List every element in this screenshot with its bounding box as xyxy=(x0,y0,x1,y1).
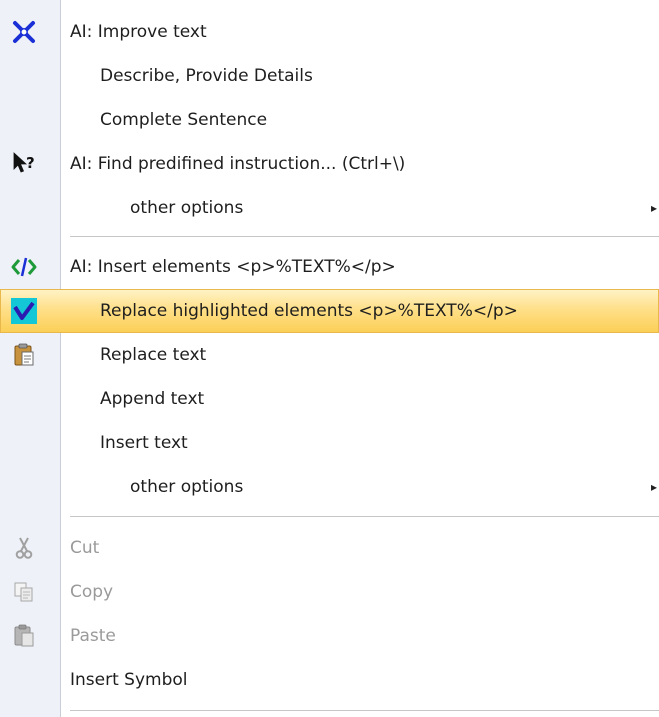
copy-icon xyxy=(11,579,37,605)
menu-item-copy[interactable]: Copy xyxy=(0,570,659,614)
menu-item-append-text[interactable]: Append text xyxy=(0,377,659,421)
menu-item-paste[interactable]: Paste xyxy=(0,614,659,658)
menu-item-ai-insert-elements[interactable]: AI: Insert elements <p>%TEXT%</p> xyxy=(0,245,659,289)
menu-item-label: Copy xyxy=(70,582,114,602)
scissors-icon xyxy=(11,535,37,561)
menu-item-complete-sentence[interactable]: Complete Sentence xyxy=(0,98,659,142)
checkmark-icon xyxy=(11,298,37,324)
menu-separator xyxy=(70,236,659,238)
menu-item-label: Cut xyxy=(70,538,100,558)
menu-item-label: Insert Symbol xyxy=(70,670,188,690)
svg-text:?: ? xyxy=(26,154,35,172)
menu-separator xyxy=(70,516,659,518)
blue-x-icon xyxy=(11,19,37,45)
submenu-arrow-icon: ▸ xyxy=(651,480,658,494)
menu-item-label: Append text xyxy=(100,389,205,409)
menu-item-label: other options xyxy=(130,198,244,218)
clipboard-icon xyxy=(11,342,37,368)
menu-separator xyxy=(70,710,659,712)
code-tag-icon xyxy=(11,254,37,280)
menu-item-replace-highlighted-elements[interactable]: Replace highlighted elements <p>%TEXT%</… xyxy=(0,289,659,333)
menu-item-label: Describe, Provide Details xyxy=(100,66,313,86)
menu-item-ai-improve-text[interactable]: AI: Improve text xyxy=(0,10,659,54)
menu-item-other-options-1[interactable]: other options ▸ xyxy=(0,186,659,230)
menu-item-label: AI: Find predifined instruction... (Ctrl… xyxy=(70,154,406,174)
menu-item-insert-symbol[interactable]: Insert Symbol xyxy=(0,658,659,702)
menu-item-label: other options xyxy=(130,477,244,497)
menu-item-label: Complete Sentence xyxy=(100,110,268,130)
menu-item-label: Insert text xyxy=(100,433,188,453)
menu-item-label: Paste xyxy=(70,626,116,646)
submenu-arrow-icon: ▸ xyxy=(651,201,658,215)
menu-item-describe-provide-details[interactable]: Describe, Provide Details xyxy=(0,54,659,98)
menu-item-insert-text[interactable]: Insert text xyxy=(0,421,659,465)
menu-item-label: Replace text xyxy=(100,345,207,365)
menu-item-label: AI: Improve text xyxy=(70,22,207,42)
menu-item-label: Replace highlighted elements <p>%TEXT%</… xyxy=(100,301,518,321)
context-menu: AI: Improve text Describe, Provide Detai… xyxy=(0,0,659,717)
pointer-help-icon: ? xyxy=(11,151,37,177)
menu-item-label: AI: Insert elements <p>%TEXT%</p> xyxy=(70,257,396,277)
paste-icon xyxy=(11,623,37,649)
menu-item-find-predefined-instruction[interactable]: ? AI: Find predifined instruction... (Ct… xyxy=(0,142,659,186)
menu-item-other-options-2[interactable]: other options ▸ xyxy=(0,465,659,509)
menu-item-cut[interactable]: Cut xyxy=(0,526,659,570)
menu-item-replace-text[interactable]: Replace text xyxy=(0,333,659,377)
